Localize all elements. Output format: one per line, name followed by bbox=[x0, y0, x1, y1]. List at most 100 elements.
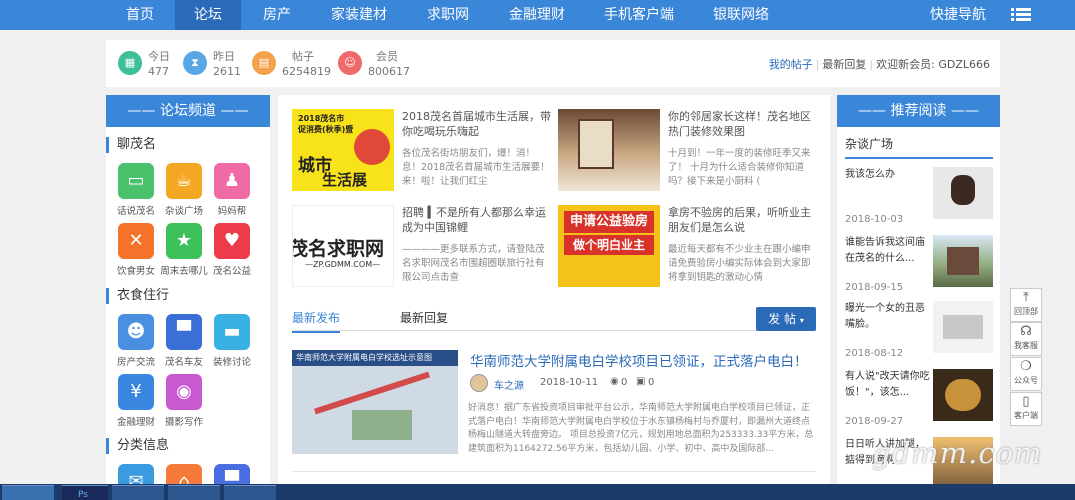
channel-decor[interactable]: ▬ 装修讨论 bbox=[206, 314, 258, 374]
channel-zatan[interactable]: ☕ 杂谈广场 bbox=[158, 163, 210, 223]
eye-icon: ◉ bbox=[610, 376, 619, 387]
article-title[interactable]: 华南师范大学附属电白学校项目已领证，正式落户电白！ bbox=[470, 350, 820, 370]
wechat-button[interactable]: ❍ 公众号 bbox=[1010, 357, 1042, 391]
nav-finance[interactable]: 金融理财 bbox=[500, 0, 574, 30]
calendar-icon: ▦ bbox=[118, 51, 142, 75]
section-title: 分类信息 bbox=[106, 438, 169, 454]
nav-jobs[interactable]: 求职网 bbox=[418, 0, 478, 30]
nav-home-building[interactable]: 家装建材 bbox=[322, 0, 396, 30]
nav-unionpay[interactable]: 银联网络 bbox=[706, 0, 776, 30]
nav-mobile-client[interactable]: 手机客户端 bbox=[596, 0, 682, 30]
featured-desc: ————更多联系方式，请登陆茂名求职网茂名市围超圈联旅行社有限公司点击查 bbox=[402, 244, 545, 283]
featured-title[interactable]: 2018茂名首届城市生活展，带你吃喝玩乐嗨起 bbox=[402, 109, 552, 139]
app-client-button[interactable]: ▯ 客户端 bbox=[1010, 392, 1042, 426]
tab-zatan[interactable]: 杂谈广场 bbox=[845, 135, 993, 159]
section-title: 聊茂名 bbox=[106, 137, 156, 153]
browser-icon[interactable] bbox=[112, 485, 164, 500]
featured-item[interactable]: 你的邻居家长这样！茂名地区热门装修效果图 十月到！一年一度的装修旺季又来了！ 十… bbox=[558, 109, 818, 199]
chat-app-icon[interactable] bbox=[168, 485, 220, 500]
tab-label: 杂谈广场 bbox=[845, 137, 894, 151]
featured-title[interactable]: 你的邻居家长这样！茂名地区热门装修效果图 bbox=[668, 109, 818, 139]
channel-label: 装修讨论 bbox=[212, 357, 251, 368]
channel-label: 房产交流 bbox=[116, 357, 155, 368]
channel-car[interactable]: ▀ 茂名车友 bbox=[158, 314, 210, 374]
featured-title[interactable]: 拿房不验房的后果，听听业主朋友们是怎么说 bbox=[668, 205, 818, 235]
article-excerpt: 好消息！据广东省投资项目审批平台公示，华南师范大学附属电白学校项目已领证，正式落… bbox=[468, 403, 814, 454]
user-icon: ☺ bbox=[338, 51, 362, 75]
channel-weekend[interactable]: ★ 周末去哪儿 bbox=[158, 223, 210, 283]
recommend-thumb bbox=[933, 301, 993, 353]
back-to-top-button[interactable]: ⤒ 回顶部 bbox=[1010, 288, 1042, 322]
thumb-caption: 华南师范大学附属电白学校选址示意图 bbox=[292, 350, 458, 366]
tab-latest-reply[interactable]: 最新回复 bbox=[400, 309, 448, 326]
photoshop-icon[interactable]: Ps bbox=[62, 485, 108, 500]
people-icon: ☻ bbox=[118, 314, 154, 350]
nav-forum[interactable]: 论坛 bbox=[175, 0, 241, 30]
stat-label: 昨日 bbox=[213, 50, 235, 63]
channel-finance[interactable]: ¥ 金融理财 bbox=[110, 374, 162, 434]
my-posts-link[interactable]: 我的帖子 bbox=[769, 58, 813, 71]
divider bbox=[292, 471, 816, 472]
thumb-text: 促消费(秋季)暨 bbox=[298, 125, 354, 134]
nav-realestate[interactable]: 房产 bbox=[251, 0, 303, 30]
recommend-title[interactable]: 谁能告诉我这间庙在茂名的什么... bbox=[845, 235, 933, 267]
featured-desc: 十月到！一年一度的装修旺季又来了！ 十月为什么适合装修你知道吗？接下来是小厨料 … bbox=[668, 148, 811, 187]
arrow-up-icon: ⤒ bbox=[1023, 290, 1029, 305]
quick-nav[interactable]: 快捷导航 bbox=[905, 0, 1075, 30]
section-title: 衣食住行 bbox=[106, 288, 169, 304]
stat-members: ☺ 会员 800617 bbox=[338, 48, 418, 80]
recommend-title[interactable]: 曝光一个女的丑恶嘴脸。 bbox=[845, 301, 933, 333]
recommend-item[interactable]: 曝光一个女的丑恶嘴脸。 2018-08-12 bbox=[845, 301, 995, 361]
latest-reply-link[interactable]: 最新回复 bbox=[822, 58, 866, 71]
post-date: 2018-10-11 bbox=[540, 377, 599, 388]
view-count: 0 bbox=[621, 377, 628, 388]
featured-desc: 最近每天都有不少业主在跟小编申请免费验房小编实际体会到大家即将拿到钥匙的激动心情 bbox=[668, 244, 811, 283]
recommend-title[interactable]: 有人说"改天请你吃饭！"，该怎... bbox=[845, 369, 933, 401]
chevron-down-icon: ▾ bbox=[799, 316, 804, 325]
user-links: 我的帖子 | 最新回复 | 欢迎新会员: GDZL666 bbox=[768, 58, 990, 71]
channel-label: 周末去哪儿 bbox=[160, 266, 208, 277]
channel-label: 杂谈广场 bbox=[164, 206, 203, 217]
recommend-title[interactable]: 我该怎么办 bbox=[845, 167, 933, 183]
stat-label: 帖子 bbox=[292, 50, 314, 63]
reply-count: 0 bbox=[648, 377, 655, 388]
folder-icon[interactable] bbox=[2, 485, 54, 500]
chat-icon: ▭ bbox=[118, 163, 154, 199]
recommend-date: 2018-09-27 bbox=[845, 416, 904, 427]
tab-latest[interactable]: 最新发布 bbox=[292, 309, 341, 333]
recommend-date: 2018-10-03 bbox=[845, 214, 904, 225]
featured-item[interactable]: 2018茂名市 促消费(秋季)暨 城市 生活展 2018茂名首届城市生活展，带你… bbox=[292, 109, 552, 199]
channel-house[interactable]: ☻ 房产交流 bbox=[110, 314, 162, 374]
author-link[interactable]: 车之源 bbox=[494, 377, 524, 392]
channel-huashuo[interactable]: ▭ 话说茂名 bbox=[110, 163, 162, 223]
recommend-date: 2018-08-12 bbox=[845, 348, 904, 359]
customer-service-button[interactable]: ☊ 我客服 bbox=[1010, 322, 1042, 356]
channel-mama[interactable]: ♟ 妈妈帮 bbox=[206, 163, 258, 223]
featured-title[interactable]: 招聘 ▍不是所有人都那么幸运成为中国锦鲤 bbox=[402, 205, 552, 235]
thumb-temple bbox=[947, 247, 979, 275]
stat-value: 6254819 bbox=[282, 65, 331, 78]
top-nav: 首页 论坛 房产 家装建材 求职网 金融理财 手机客户端 银联网络 快捷导航 bbox=[0, 0, 1075, 30]
avatar[interactable] bbox=[470, 374, 488, 392]
recommend-thumb bbox=[933, 167, 993, 219]
thumb-land bbox=[352, 410, 412, 440]
channel-photo[interactable]: ◉ 摄影写作 bbox=[158, 374, 210, 434]
thumb-text: 2018茂名市 bbox=[298, 114, 345, 123]
panel-title: 论坛频道 bbox=[160, 103, 216, 119]
channel-label: 金融理财 bbox=[116, 417, 155, 428]
welcome-text: 欢迎新会员: GDZL666 bbox=[876, 58, 990, 71]
featured-item[interactable]: 申请公益验房 做个明白业主 拿房不验房的后果，听听业主朋友们是怎么说 最近每天都… bbox=[558, 205, 818, 295]
nav-home[interactable]: 首页 bbox=[112, 0, 168, 30]
post-button[interactable]: 发 帖 ▾ bbox=[756, 307, 816, 331]
yen-icon: ¥ bbox=[118, 374, 154, 410]
channel-charity[interactable]: ♥ 茂名公益 bbox=[206, 223, 258, 283]
featured-item[interactable]: 茂名求职网 —ZP.GDMM.COM— 招聘 ▍不是所有人都那么幸运成为中国锦鲤… bbox=[292, 205, 552, 295]
article-item[interactable]: 华南师范大学附属电白学校选址示意图 华南师范大学附属电白学校项目已领证，正式落户… bbox=[292, 350, 816, 470]
recommend-item[interactable]: 谁能告诉我这间庙在茂名的什么... 2018-09-15 bbox=[845, 235, 995, 295]
app-icon[interactable] bbox=[224, 485, 276, 500]
recommend-item[interactable]: 我该怎么办 2018-10-03 bbox=[845, 167, 995, 227]
channel-food[interactable]: ✕ 饮食男女 bbox=[110, 223, 162, 283]
ps-glyph: Ps bbox=[78, 490, 88, 500]
recommend-item[interactable]: 有人说"改天请你吃饭！"，该怎... 2018-09-27 bbox=[845, 369, 995, 429]
float-label: 回顶部 bbox=[1014, 307, 1038, 316]
